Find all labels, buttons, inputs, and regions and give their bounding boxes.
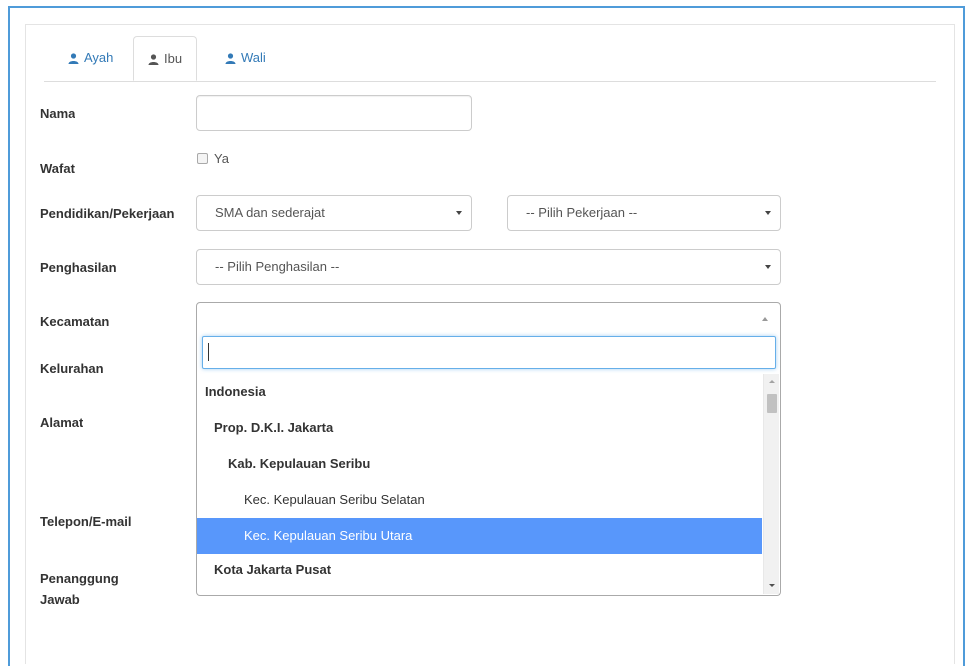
pendidikan-select-value: SMA dan sederajat	[215, 205, 325, 220]
scrollbar-thumb[interactable]	[767, 394, 777, 413]
text-cursor	[208, 343, 209, 361]
tab-bar: Ayah Ibu Wali	[44, 36, 936, 82]
chevron-up-icon	[762, 317, 768, 321]
telepon-email-label: Telepon/E-mail	[40, 514, 132, 529]
option-kec-kepulauan-seribu-selatan[interactable]: Kec. Kepulauan Seribu Selatan	[197, 482, 762, 518]
user-icon	[225, 53, 236, 64]
pekerjaan-select[interactable]: -- Pilih Pekerjaan --	[507, 195, 781, 231]
wafat-checkbox[interactable]	[197, 153, 208, 164]
kelurahan-label: Kelurahan	[40, 361, 104, 376]
kecamatan-label: Kecamatan	[40, 314, 110, 329]
tab-ayah[interactable]: Ayah	[54, 36, 127, 80]
scroll-up-arrow-icon[interactable]	[769, 380, 775, 383]
user-icon	[68, 53, 79, 64]
alamat-label: Alamat	[40, 415, 84, 430]
wafat-label: Wafat	[40, 161, 75, 176]
option-indonesia[interactable]: Indonesia	[197, 374, 762, 410]
tab-wali-label: Wali	[241, 50, 266, 65]
tab-wali[interactable]: Wali	[211, 36, 280, 80]
dropdown-options-list: Indonesia Prop. D.K.I. Jakarta Kab. Kepu…	[197, 374, 762, 594]
tab-ayah-label: Ayah	[84, 50, 114, 65]
nama-input[interactable]	[196, 95, 472, 131]
tab-ibu-label: Ibu	[164, 51, 183, 66]
option-kota-jakarta-pusat[interactable]: Kota Jakarta Pusat	[197, 554, 762, 590]
kecamatan-dropdown: Indonesia Prop. D.K.I. Jakarta Kab. Kepu…	[196, 331, 781, 596]
tab-ibu[interactable]: Ibu	[133, 36, 198, 81]
option-prop-dki-jakarta[interactable]: Prop. D.K.I. Jakarta	[197, 410, 762, 446]
chevron-down-icon	[765, 265, 771, 269]
option-kec-kepulauan-seribu-utara[interactable]: Kec. Kepulauan Seribu Utara	[197, 518, 762, 554]
kecamatan-select[interactable]	[196, 302, 781, 332]
dropdown-scrollbar[interactable]	[763, 374, 779, 594]
wafat-checkbox-label: Ya	[214, 151, 229, 166]
penanggung-jawab-label: Penanggung Jawab	[40, 571, 119, 607]
pendidikan-pekerjaan-label: Pendidikan/Pekerjaan	[40, 206, 175, 221]
scroll-down-arrow-icon[interactable]	[769, 584, 775, 587]
pendidikan-select[interactable]: SMA dan sederajat	[196, 195, 472, 231]
chevron-down-icon	[456, 211, 462, 215]
penghasilan-select-value: -- Pilih Penghasilan --	[215, 259, 340, 274]
penghasilan-select[interactable]: -- Pilih Penghasilan --	[196, 249, 781, 285]
pekerjaan-select-value: -- Pilih Pekerjaan --	[526, 205, 638, 220]
user-icon	[148, 54, 159, 65]
chevron-down-icon	[765, 211, 771, 215]
dropdown-search-input[interactable]	[202, 336, 776, 369]
penghasilan-label: Penghasilan	[40, 260, 117, 275]
nama-label: Nama	[40, 106, 76, 121]
option-kab-kepulauan-seribu[interactable]: Kab. Kepulauan Seribu	[197, 446, 762, 482]
